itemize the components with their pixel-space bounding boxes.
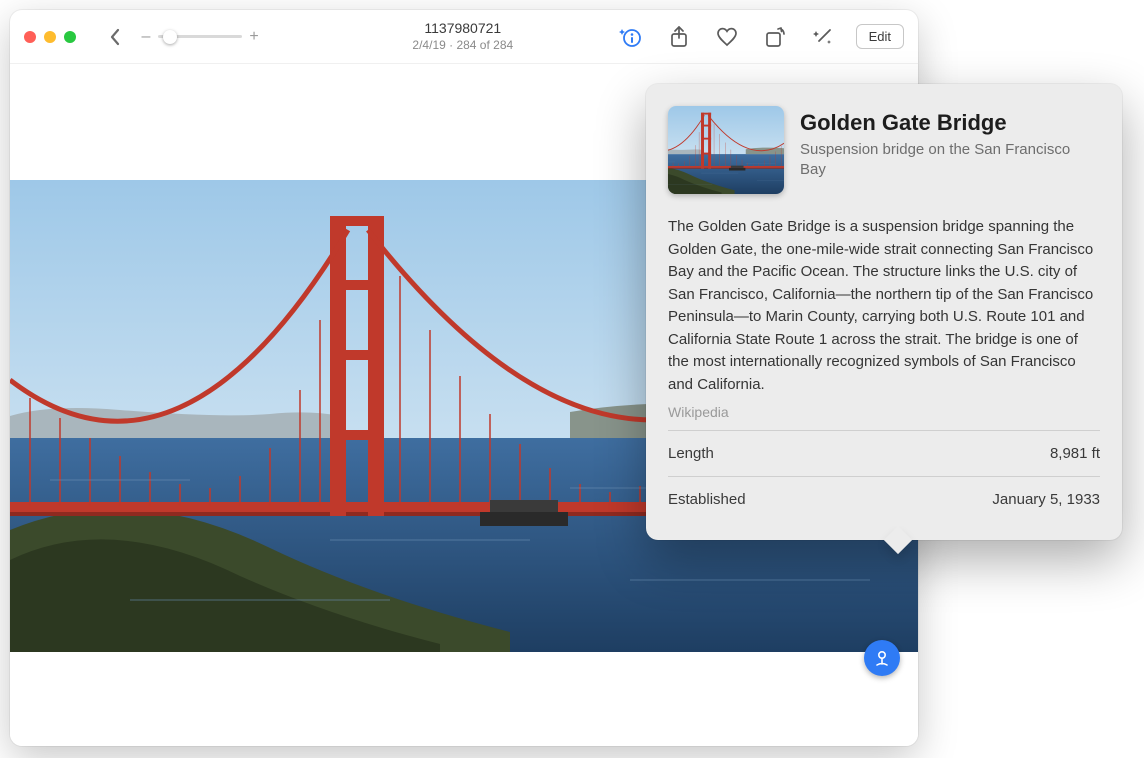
edit-button[interactable]: Edit	[856, 24, 904, 49]
minimize-window-button[interactable]	[44, 31, 56, 43]
popover-row-length: Length 8,981 ft	[668, 430, 1100, 476]
zoom-track[interactable]	[158, 35, 242, 38]
window-controls	[24, 31, 76, 43]
zoom-thumb[interactable]	[163, 30, 177, 44]
landmark-pin-icon	[873, 649, 891, 667]
popover-row-label: Established	[668, 491, 746, 508]
close-window-button[interactable]	[24, 31, 36, 43]
info-button[interactable]	[616, 22, 646, 52]
heart-icon	[716, 27, 738, 47]
zoom-in-icon: +	[248, 28, 260, 46]
rotate-button[interactable]	[760, 22, 790, 52]
toolbar: – + 1137980721 2/4/19 · 284 of 284	[10, 10, 918, 64]
magic-wand-icon	[812, 26, 834, 48]
favorite-button[interactable]	[712, 22, 742, 52]
share-button[interactable]	[664, 22, 694, 52]
popover-row-established: Established January 5, 1933	[668, 476, 1100, 522]
chevron-left-icon	[109, 28, 121, 46]
popover-title-wrap: Golden Gate Bridge Suspension bridge on …	[800, 106, 1100, 194]
popover-subtitle: Suspension bridge on the San Francisco B…	[800, 140, 1100, 181]
popover-row-value: 8,981 ft	[1050, 445, 1100, 462]
visual-lookup-pin-button[interactable]	[864, 640, 900, 676]
visual-lookup-popover: Golden Gate Bridge Suspension bridge on …	[646, 84, 1122, 540]
photo-title: 1137980721	[320, 20, 606, 38]
share-icon	[670, 26, 688, 48]
enhance-button[interactable]	[808, 22, 838, 52]
title-block: 1137980721 2/4/19 · 284 of 284	[320, 20, 606, 53]
popover-row-value: January 5, 1933	[992, 491, 1100, 508]
photo-subtitle: 2/4/19 · 284 of 284	[320, 38, 606, 53]
zoom-out-icon: –	[140, 28, 152, 46]
popover-source[interactable]: Wikipedia	[668, 404, 1100, 420]
toolbar-actions: Edit	[616, 22, 904, 52]
back-button[interactable]	[100, 22, 130, 52]
popover-thumbnail	[668, 106, 784, 194]
popover-header: Golden Gate Bridge Suspension bridge on …	[668, 106, 1100, 194]
popover-title: Golden Gate Bridge	[800, 110, 1100, 136]
rotate-icon	[764, 26, 786, 48]
info-sparkle-icon	[619, 26, 643, 48]
popover-description: The Golden Gate Bridge is a suspension b…	[668, 216, 1100, 396]
zoom-slider[interactable]: – +	[140, 28, 260, 46]
zoom-window-button[interactable]	[64, 31, 76, 43]
popover-row-label: Length	[668, 445, 714, 462]
